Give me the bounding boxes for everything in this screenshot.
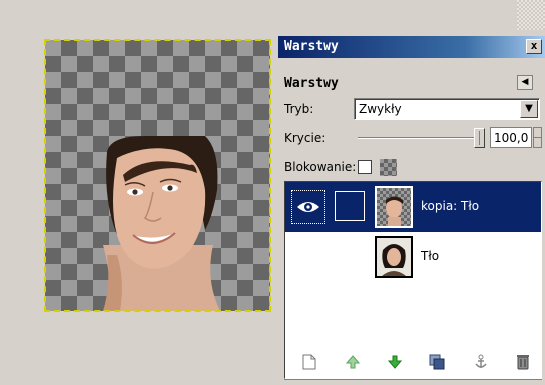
opacity-field[interactable]: 100,0 bbox=[490, 127, 532, 148]
dock-titlebar[interactable]: Warstwy x bbox=[278, 36, 545, 58]
layers-toolbar bbox=[284, 341, 542, 381]
chevron-down-icon[interactable]: ▼ bbox=[520, 100, 538, 118]
dock-title: Warstwy bbox=[284, 39, 339, 54]
lock-label: Blokowanie: bbox=[284, 160, 357, 174]
mode-select[interactable]: Zwykły ▼ bbox=[354, 98, 540, 120]
portrait-photo bbox=[103, 136, 220, 311]
tab-menu-icon[interactable]: ◀ bbox=[517, 75, 533, 90]
anchor-layer-icon bbox=[475, 354, 487, 368]
opacity-value: 100,0 bbox=[494, 131, 529, 145]
duplicate-layer-button[interactable] bbox=[426, 351, 448, 373]
opacity-spinner[interactable] bbox=[533, 127, 542, 148]
lock-checkbox[interactable] bbox=[358, 160, 372, 174]
layer-row[interactable]: Tło bbox=[285, 232, 541, 282]
delete-layer-icon bbox=[517, 355, 529, 370]
close-label: x bbox=[530, 39, 538, 52]
image-canvas[interactable] bbox=[45, 40, 270, 311]
panel-title: Warstwy bbox=[284, 76, 339, 91]
mode-value: Zwykły bbox=[359, 102, 402, 116]
raise-layer-icon bbox=[346, 355, 360, 369]
anchor-layer-button[interactable] bbox=[470, 351, 492, 373]
opacity-slider[interactable] bbox=[358, 137, 476, 139]
layer-thumb-image bbox=[377, 188, 411, 226]
layers-dock: Warstwy x Warstwy ◀ Tryb: Zwykły ▼ Kryci… bbox=[278, 36, 545, 385]
eye-icon bbox=[297, 202, 319, 212]
dock-grip-pattern bbox=[517, 0, 545, 30]
new-layer-icon bbox=[302, 354, 316, 370]
layer-name[interactable]: Tło bbox=[421, 249, 439, 263]
layer-row[interactable]: kopia: Tło bbox=[285, 182, 541, 232]
dock-bottom-divider bbox=[284, 379, 542, 380]
opacity-label: Krycie: bbox=[284, 131, 326, 145]
layer-thumbnail bbox=[375, 186, 413, 228]
mode-label: Tryb: bbox=[284, 102, 314, 116]
visibility-toggle[interactable] bbox=[291, 190, 325, 224]
duplicate-layer-icon bbox=[429, 354, 445, 370]
lower-layer-button[interactable] bbox=[384, 351, 406, 373]
new-layer-button[interactable] bbox=[298, 351, 320, 373]
close-icon[interactable]: x bbox=[526, 39, 542, 54]
raise-layer-button[interactable] bbox=[342, 351, 364, 373]
link-toggle[interactable] bbox=[335, 191, 365, 221]
delete-layer-button[interactable] bbox=[512, 351, 534, 373]
lock-alpha-icon[interactable] bbox=[380, 159, 397, 176]
layer-name[interactable]: kopia: Tło bbox=[421, 199, 479, 213]
opacity-slider-handle[interactable] bbox=[474, 128, 485, 148]
layer-thumb-image bbox=[377, 238, 411, 276]
layer-thumbnail bbox=[375, 236, 413, 278]
lower-layer-icon bbox=[388, 355, 402, 369]
